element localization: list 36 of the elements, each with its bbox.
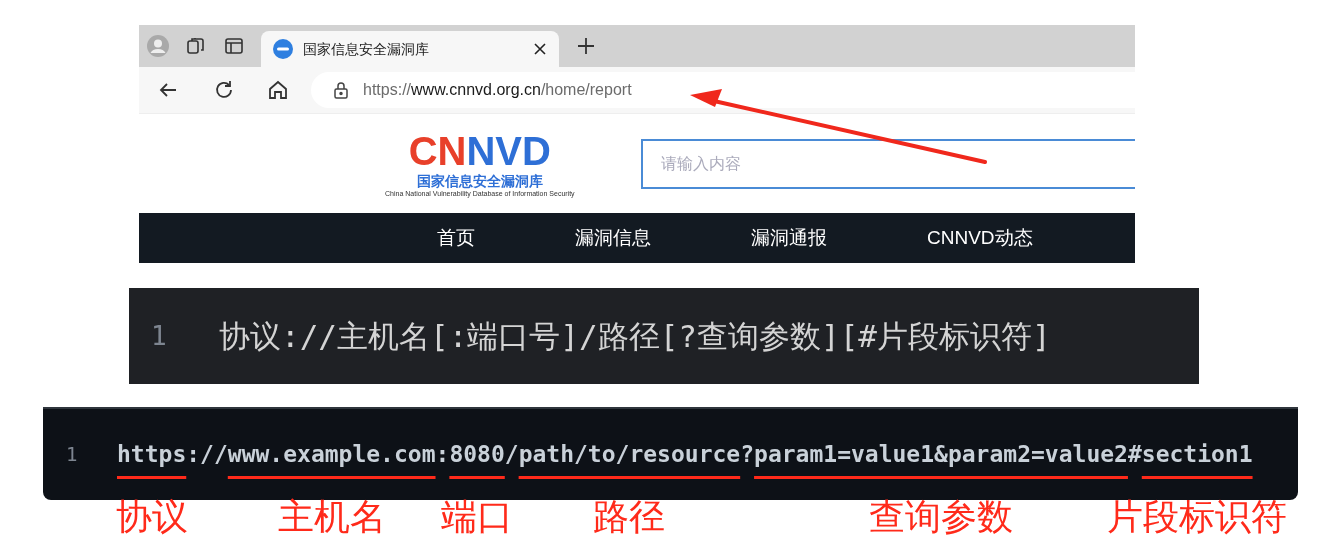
code-text: 8080 — [449, 441, 505, 468]
code-text: https — [117, 441, 187, 468]
code-text: path/to/resource — [518, 441, 741, 468]
annotation-label: 协议 — [115, 497, 188, 537]
close-icon[interactable] — [533, 42, 547, 56]
new-tab-icon[interactable] — [575, 35, 597, 57]
search-field[interactable]: 请输入内容 — [640, 138, 1135, 189]
code-text: : — [435, 441, 450, 468]
code-text: section1 — [1141, 441, 1253, 468]
url-text: https://www.cnnvd.org.cn/home/report — [363, 80, 632, 100]
code-text: :// — [186, 441, 228, 468]
nav-link[interactable]: 漏洞信息 — [575, 223, 651, 253]
code-text: ? — [740, 441, 755, 468]
code-text: www.example.com — [227, 441, 436, 468]
address-bar[interactable]: https://www.cnnvd.org.cn/home/report — [311, 72, 1135, 108]
browser-tab[interactable]: 国家信息安全漏洞库 — [261, 31, 559, 67]
code-text: / — [504, 441, 519, 468]
line-number: 1 — [151, 319, 168, 353]
lock-icon[interactable] — [333, 81, 349, 99]
home-icon[interactable] — [267, 79, 289, 101]
line-number: 1 — [66, 442, 79, 468]
annotation-label: 查询参数 — [869, 497, 1013, 537]
tab-actions-icon[interactable] — [223, 35, 245, 57]
code-text: param1=value1&param2=value2 — [754, 441, 1128, 468]
nav-link[interactable]: 漏洞通报 — [751, 223, 827, 253]
workspaces-icon[interactable] — [185, 35, 207, 57]
annotation-label: 主机名 — [277, 497, 386, 537]
nav-link[interactable]: CNNVD动态 — [927, 223, 1033, 253]
refresh-icon[interactable] — [213, 79, 235, 101]
annotation-label: 端口 — [441, 497, 514, 537]
code-text: # — [1127, 441, 1142, 468]
nav-link[interactable]: 首页 — [437, 223, 475, 253]
favicon-icon — [273, 39, 293, 59]
annotation-label: 路径 — [593, 497, 666, 537]
code-line: 协议://主机名[:端口号]/路径[?查询参数][#片段标识符] — [219, 316, 1051, 356]
annotation-label: 片段标识符 — [1107, 497, 1288, 537]
